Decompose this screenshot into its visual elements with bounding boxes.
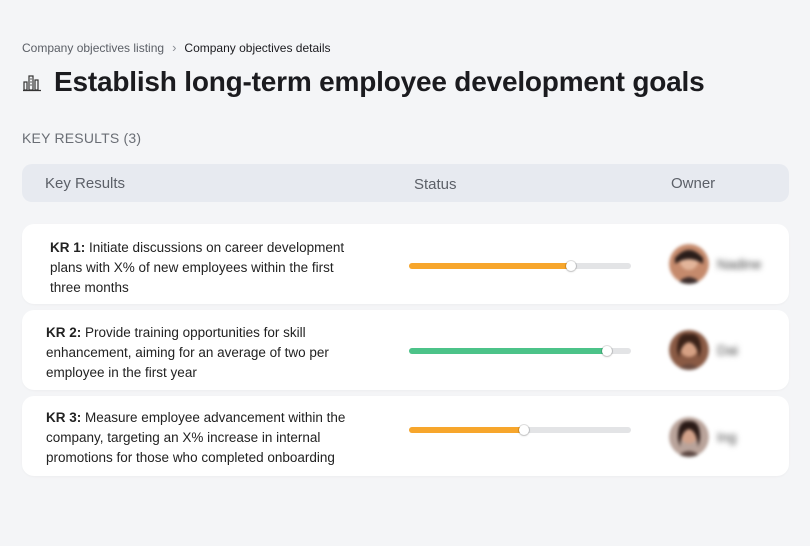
avatar — [669, 244, 709, 284]
column-header-owner: Owner — [671, 175, 716, 192]
avatar — [669, 417, 709, 457]
progress-fill — [409, 263, 572, 269]
key-results-section-label: KEY RESULTS (3) — [22, 130, 142, 146]
column-header-key-results: Key Results — [45, 175, 126, 192]
key-result-text: Measure employee advancement within the … — [46, 410, 346, 465]
progress-handle[interactable] — [601, 346, 612, 356]
breadcrumb-current: Company objectives details — [184, 40, 331, 55]
breadcrumb-link-listing[interactable]: Company objectives listing — [22, 41, 164, 55]
owner[interactable]: Ing — [669, 417, 736, 457]
key-result-text: Provide training opportunities for skill… — [46, 325, 329, 380]
key-result-description: KR 2: Provide training opportunities for… — [46, 323, 361, 383]
owner[interactable]: Dai — [669, 330, 738, 370]
status-progress-bar — [409, 425, 631, 435]
owner[interactable]: Nadine — [669, 244, 761, 284]
key-result-label: KR 3: — [46, 410, 82, 425]
key-result-description: KR 1: Initiate discussions on career dev… — [50, 238, 365, 298]
key-result-row[interactable]: KR 3: Measure employee advancement withi… — [22, 396, 789, 476]
key-result-label: KR 1: — [50, 240, 86, 255]
progress-handle[interactable] — [566, 261, 577, 271]
owner-name: Dai — [717, 342, 739, 358]
status-progress-bar — [409, 261, 631, 271]
key-result-row[interactable]: KR 1: Initiate discussions on career dev… — [22, 224, 789, 304]
owner-name: Ing — [717, 429, 737, 445]
key-result-label: KR 2: — [46, 325, 82, 340]
progress-fill — [409, 348, 607, 354]
building-chart-icon — [22, 72, 42, 92]
page-title: Establish long-term employee development… — [54, 66, 705, 97]
table-header: Key Results Status Owner — [22, 164, 789, 202]
key-result-text: Initiate discussions on career developme… — [50, 240, 345, 295]
progress-handle[interactable] — [519, 425, 530, 435]
owner-name: Nadine — [717, 256, 762, 272]
breadcrumb: Company objectives listing › Company obj… — [22, 40, 331, 55]
column-header-status: Status — [414, 176, 457, 193]
progress-fill — [409, 427, 525, 433]
status-progress-bar — [409, 346, 631, 356]
title-row: Establish long-term employee development… — [22, 66, 705, 98]
avatar — [669, 330, 709, 370]
key-result-row[interactable]: KR 2: Provide training opportunities for… — [22, 310, 789, 390]
key-result-description: KR 3: Measure employee advancement withi… — [46, 408, 361, 468]
chevron-right-icon: › — [172, 40, 177, 55]
